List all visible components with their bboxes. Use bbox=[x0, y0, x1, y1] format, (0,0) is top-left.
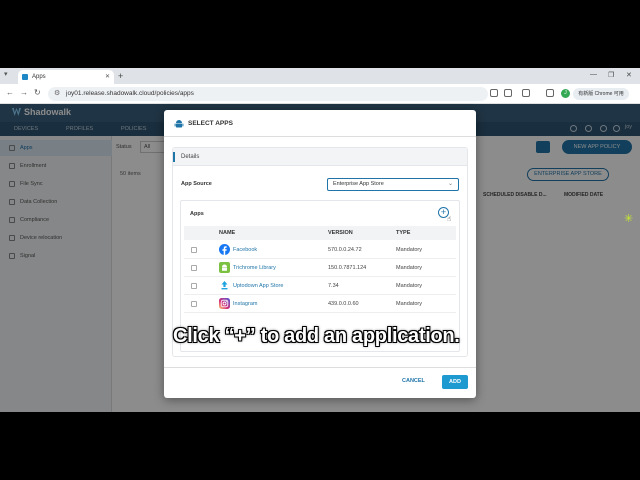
app-version: 7.34 bbox=[328, 283, 339, 289]
details-title: Details bbox=[181, 154, 200, 160]
tab-title: Apps bbox=[32, 74, 46, 80]
dialog-footer: CANCEL ADD bbox=[164, 367, 476, 398]
avatar[interactable]: J bbox=[561, 89, 570, 98]
column-type[interactable]: TYPE bbox=[396, 226, 410, 240]
row-checkbox[interactable] bbox=[191, 283, 197, 289]
app-name[interactable]: Facebook bbox=[233, 241, 257, 259]
forward-icon[interactable]: → bbox=[20, 88, 28, 97]
app-version: 439.0.0.0.60 bbox=[328, 301, 359, 307]
table-row[interactable]: Uptodown App Store 7.34 Mandatory bbox=[184, 277, 456, 295]
row-checkbox[interactable] bbox=[191, 247, 197, 253]
row-checkbox[interactable] bbox=[191, 301, 197, 307]
instagram-icon bbox=[219, 298, 230, 309]
tab-search-icon[interactable]: ▾ bbox=[4, 70, 8, 78]
extensions-icon[interactable] bbox=[522, 89, 530, 97]
bookmark-icon[interactable] bbox=[504, 89, 512, 97]
url-text: joy01.release.shadowalk.cloud/policies/a… bbox=[66, 90, 194, 97]
reload-icon[interactable]: ↻ bbox=[34, 88, 41, 97]
app-name[interactable]: Uptodown App Store bbox=[233, 277, 283, 295]
address-bar: ← → ↻ ⚙ joy01.release.shadowalk.cloud/po… bbox=[0, 84, 640, 104]
site-info-icon[interactable]: ⚙ bbox=[54, 87, 60, 101]
maximize-icon[interactable]: ❐ bbox=[608, 71, 614, 79]
chevron-down-icon: ⌄ bbox=[447, 181, 453, 187]
cancel-button[interactable]: CANCEL bbox=[402, 378, 425, 384]
new-tab-button[interactable]: + bbox=[118, 70, 123, 82]
details-header: Details bbox=[173, 148, 467, 166]
screen: ▾ Apps ✕ + — ❐ ✕ ← → ↻ ⚙ joy01.release.s… bbox=[0, 68, 640, 412]
android-icon bbox=[174, 120, 184, 128]
close-tab-icon[interactable]: ✕ bbox=[105, 70, 110, 84]
download-icon[interactable] bbox=[546, 89, 554, 97]
select-apps-dialog: SELECT APPS Details App Source Enterpris… bbox=[164, 110, 476, 398]
app-source-value: Enterprise App Store bbox=[333, 181, 384, 187]
app-version: 570.0.0.24.72 bbox=[328, 247, 362, 253]
details-accent bbox=[173, 152, 175, 162]
hand-cursor-icon: ☝ bbox=[447, 216, 452, 223]
minimize-icon[interactable]: — bbox=[590, 71, 597, 78]
tutorial-caption: Click “+” to add an application. bbox=[173, 325, 460, 347]
facebook-icon bbox=[219, 244, 230, 255]
app-type: Mandatory bbox=[396, 301, 422, 307]
app-type: Mandatory bbox=[396, 265, 422, 271]
app-version: 150.0.7871.124 bbox=[328, 265, 367, 271]
dialog-title: SELECT APPS bbox=[188, 120, 233, 127]
app-type: Mandatory bbox=[396, 283, 422, 289]
back-icon[interactable]: ← bbox=[6, 88, 14, 97]
app-type: Mandatory bbox=[396, 247, 422, 253]
favicon-icon bbox=[22, 74, 28, 80]
app-source-label: App Source bbox=[181, 181, 212, 187]
app-name[interactable]: Trichrome Library bbox=[233, 259, 276, 277]
apps-table-header: NAME VERSION TYPE bbox=[184, 226, 456, 240]
table-row[interactable]: Instagram 439.0.0.0.60 Mandatory bbox=[184, 295, 456, 313]
dialog-header: SELECT APPS bbox=[164, 110, 476, 137]
url-input[interactable]: ⚙ joy01.release.shadowalk.cloud/policies… bbox=[48, 87, 488, 101]
android-icon bbox=[219, 262, 230, 273]
browser-tab[interactable]: Apps ✕ bbox=[18, 70, 114, 84]
app-source-select[interactable]: Enterprise App Store ⌄ bbox=[327, 178, 459, 191]
uptodown-icon bbox=[221, 281, 228, 290]
app-name[interactable]: Instagram bbox=[233, 295, 257, 313]
column-name[interactable]: NAME bbox=[219, 226, 235, 240]
cursor-highlight-icon: ✳ bbox=[624, 213, 634, 225]
row-checkbox[interactable] bbox=[191, 265, 197, 271]
column-version[interactable]: VERSION bbox=[328, 226, 353, 240]
close-window-icon[interactable]: ✕ bbox=[626, 71, 632, 79]
table-row[interactable]: Facebook 570.0.0.24.72 Mandatory bbox=[184, 241, 456, 259]
browser-tab-bar: ▾ Apps ✕ + — ❐ ✕ bbox=[0, 68, 640, 84]
table-row[interactable]: Trichrome Library 150.0.7871.124 Mandato… bbox=[184, 259, 456, 277]
apps-label: Apps bbox=[190, 211, 204, 217]
update-chrome-button[interactable]: 有新版 Chrome 可用 bbox=[573, 88, 629, 100]
add-button[interactable]: ADD bbox=[442, 375, 468, 389]
translate-icon[interactable] bbox=[490, 89, 498, 97]
